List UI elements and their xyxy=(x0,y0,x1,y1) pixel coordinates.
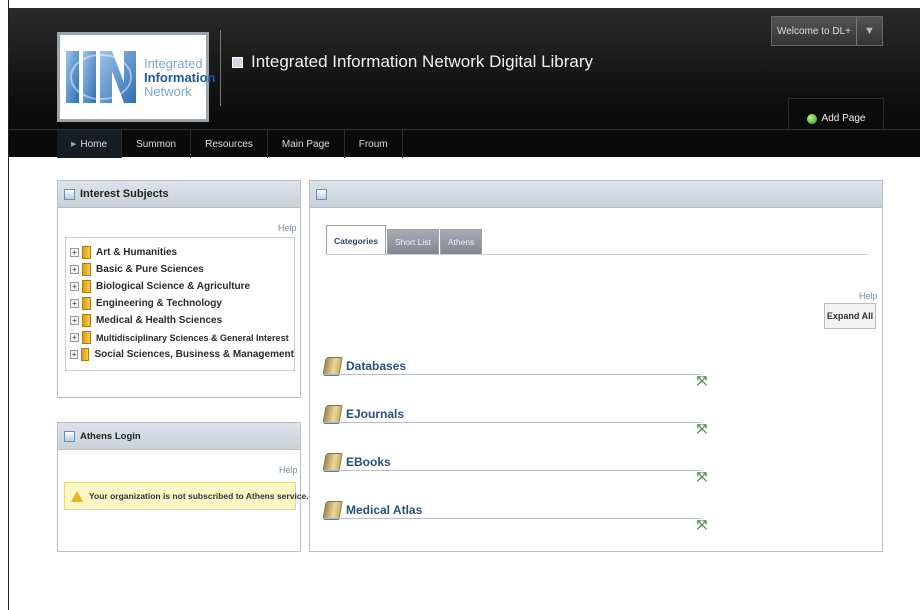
nav-item-label: Summon xyxy=(136,138,177,150)
folder-book-icon xyxy=(82,331,91,344)
logo-line-1: Integrated xyxy=(144,56,203,71)
resources-panel: Categories Short List Athens Help Expand… xyxy=(309,180,883,552)
help-link[interactable]: Help xyxy=(279,465,298,475)
header-divider xyxy=(220,30,221,106)
category-label[interactable]: EJournals xyxy=(346,407,404,421)
nav-item-summon[interactable]: Summon xyxy=(122,130,192,158)
subject-item[interactable]: + Art & Humanities xyxy=(66,244,294,261)
tab-short-list[interactable]: Short List xyxy=(386,229,439,255)
nav-item-label: Froum xyxy=(358,138,388,150)
subject-label[interactable]: Multidisciplinary Sciences & General Int… xyxy=(96,333,289,343)
panel-header: Athens Login xyxy=(58,423,300,450)
tab-categories[interactable]: Categories xyxy=(326,225,386,255)
folder-book-icon xyxy=(82,280,91,293)
category-label[interactable]: Databases xyxy=(346,359,406,373)
iin-logo-mark-icon xyxy=(66,51,136,103)
folder-book-icon xyxy=(82,246,91,259)
subject-item[interactable]: + Engineering & Technology xyxy=(66,295,294,312)
logo-line-2: Information xyxy=(144,70,216,85)
expand-arrows-icon[interactable]: ⤧ xyxy=(696,518,708,532)
expand-arrows-icon[interactable]: ⤧ xyxy=(696,422,708,436)
category-label[interactable]: Medical Atlas xyxy=(346,503,422,517)
folder-book-icon xyxy=(82,314,91,327)
panel-header xyxy=(310,181,882,208)
warning-text: Your organization is not subscribed to A… xyxy=(89,491,309,501)
tab-underline xyxy=(326,254,868,255)
subject-item[interactable]: + Basic & Pure Sciences xyxy=(66,261,294,278)
expand-plus-icon[interactable]: + xyxy=(70,248,79,257)
expand-arrows-icon[interactable]: ⤧ xyxy=(696,470,708,484)
add-page-label: Add Page xyxy=(821,113,866,124)
subject-label[interactable]: Biological Science & Agriculture xyxy=(96,281,250,292)
folder-book-icon xyxy=(82,263,91,276)
arrow-right-icon: ▶ xyxy=(71,141,77,148)
panel-title: Interest Subjects xyxy=(80,188,169,200)
category-item[interactable]: EJournals ⤧ xyxy=(320,405,840,439)
logo-line-3: Network xyxy=(144,84,192,99)
nav-item-forum[interactable]: Froum xyxy=(345,130,403,158)
athens-login-panel: Athens Login Help Your organization is n… xyxy=(57,422,309,552)
category-item[interactable]: Medical Atlas ⤧ xyxy=(320,501,840,535)
site-title: Integrated Information Network Digital L… xyxy=(251,52,594,71)
athens-warning: Your organization is not subscribed to A… xyxy=(64,482,309,510)
subject-label[interactable]: Social Sciences, Business & Management xyxy=(94,349,294,360)
interest-subjects-panel: Interest Subjects Help + Art & Humanitie… xyxy=(57,180,301,398)
welcome-menu[interactable]: Welcome to DL+ ▼ xyxy=(771,16,883,46)
site-logo[interactable]: Integrated Information Network xyxy=(57,32,216,122)
tab-athens[interactable]: Athens xyxy=(439,229,483,255)
panel-header: Interest Subjects xyxy=(58,181,300,208)
nav-item-label: Main Page xyxy=(281,138,330,150)
window-icon xyxy=(232,56,243,68)
divider xyxy=(322,518,702,519)
expand-plus-icon[interactable]: + xyxy=(70,333,79,342)
site-title-group: Integrated Information Network Digital L… xyxy=(232,52,593,72)
expand-plus-icon[interactable]: + xyxy=(70,265,79,274)
subject-label[interactable]: Basic & Pure Sciences xyxy=(96,264,204,275)
subject-item[interactable]: + Social Sciences, Business & Management xyxy=(66,346,294,363)
site-header: Integrated Information Network Integrate… xyxy=(9,8,920,158)
chevron-down-icon[interactable]: ▼ xyxy=(856,17,882,45)
subject-label[interactable]: Art & Humanities xyxy=(96,247,177,258)
expand-all-button[interactable]: Expand All xyxy=(824,303,876,329)
welcome-label[interactable]: Welcome to DL+ xyxy=(772,17,856,45)
expand-plus-icon[interactable]: + xyxy=(70,299,79,308)
subject-item[interactable]: + Multidisciplinary Sciences & General I… xyxy=(66,329,294,346)
expand-plus-icon[interactable]: + xyxy=(70,350,79,359)
subject-tree: + Art & Humanities + Basic & Pure Scienc… xyxy=(65,237,295,371)
nav-item-label: Home xyxy=(80,138,108,150)
help-link[interactable]: Help xyxy=(859,291,878,301)
main-nav: ▶ Home Summon Resources Main Page Froum xyxy=(9,129,920,158)
panel-window-icon xyxy=(64,430,75,442)
panel-window-icon xyxy=(316,188,327,200)
divider xyxy=(322,374,702,375)
divider xyxy=(322,422,702,423)
category-label[interactable]: EBooks xyxy=(346,455,391,469)
category-item[interactable]: Databases ⤧ xyxy=(320,357,840,391)
subject-label[interactable]: Medical & Health Sciences xyxy=(96,315,222,326)
divider xyxy=(322,470,702,471)
expand-arrows-icon[interactable]: ⤧ xyxy=(696,374,708,388)
resource-tabs: Categories Short List Athens xyxy=(326,225,483,255)
subject-item[interactable]: + Biological Science & Agriculture xyxy=(66,278,294,295)
panel-window-icon xyxy=(64,188,75,200)
nav-item-resources[interactable]: Resources xyxy=(191,130,268,158)
add-icon xyxy=(806,113,817,124)
warning-icon xyxy=(71,490,83,502)
panel-title: Athens Login xyxy=(80,430,141,442)
nav-item-label: Resources xyxy=(205,138,253,150)
expand-plus-icon[interactable]: + xyxy=(70,316,79,325)
logo-wordmark: Integrated Information Network xyxy=(144,57,216,99)
folder-book-icon xyxy=(82,297,91,310)
help-link[interactable]: Help xyxy=(278,223,297,233)
expand-plus-icon[interactable]: + xyxy=(70,282,79,291)
nav-item-main-page[interactable]: Main Page xyxy=(268,130,345,158)
category-item[interactable]: EBooks ⤧ xyxy=(320,453,840,487)
folder-book-icon xyxy=(81,348,90,361)
subject-label[interactable]: Engineering & Technology xyxy=(96,298,222,309)
nav-item-home[interactable]: ▶ Home xyxy=(57,130,123,158)
subject-item[interactable]: + Medical & Health Sciences xyxy=(66,312,294,329)
page-frame: Integrated Information Network Integrate… xyxy=(8,0,920,610)
